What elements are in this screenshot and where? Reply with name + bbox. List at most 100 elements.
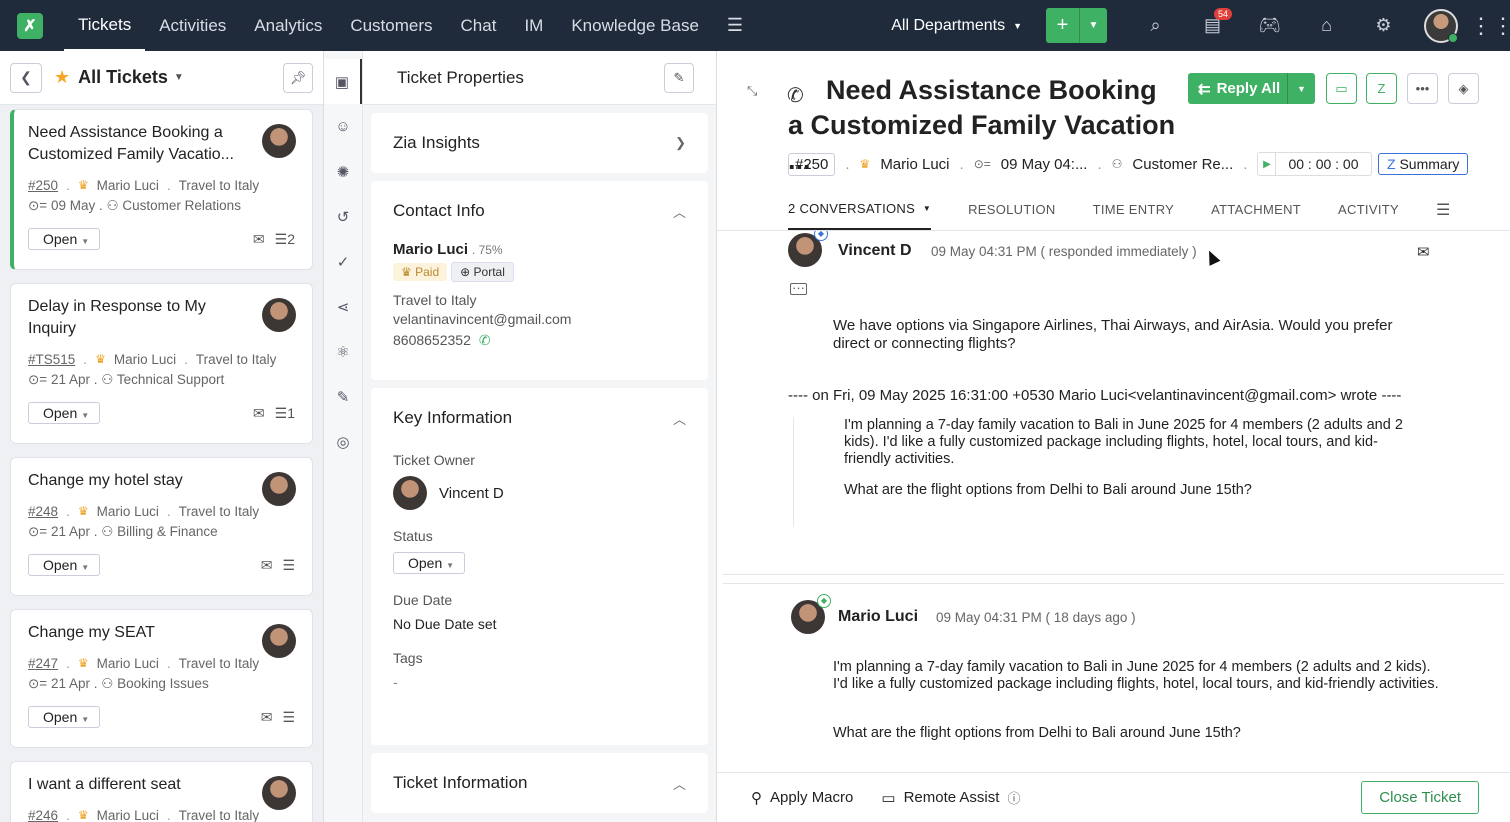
- chevron-down-icon[interactable]: ▼: [174, 72, 184, 83]
- ticket-title[interactable]: Change my SEAT: [28, 622, 253, 644]
- chevron-up-icon[interactable]: ︿: [673, 409, 686, 428]
- analytics-icon[interactable]: ◎: [324, 419, 362, 464]
- user-avatar[interactable]: [1424, 8, 1458, 43]
- remote-assist-button[interactable]: ▭ Remote Assist ⓘ: [881, 788, 1020, 807]
- ticket-account[interactable]: Travel to Italy: [196, 352, 277, 367]
- chevron-up-icon[interactable]: ︿: [673, 202, 686, 221]
- ticket-title[interactable]: Change my hotel stay: [28, 470, 253, 492]
- collapse-arrows-icon[interactable]: ⤡: [747, 83, 757, 99]
- ticket-contact[interactable]: Mario Luci: [880, 156, 949, 173]
- comment-icon[interactable]: ▭: [1326, 73, 1357, 104]
- more-tabs-icon[interactable]: ☰: [727, 15, 743, 36]
- tab-time-entry[interactable]: TIME ENTRY: [1093, 189, 1175, 230]
- ticket-id[interactable]: #247: [28, 656, 58, 671]
- app-grid-icon[interactable]: ⋮⋮⋮: [1470, 13, 1510, 39]
- contact-email[interactable]: velantinavincent@gmail.com: [393, 311, 686, 327]
- atom-icon[interactable]: ⚛: [324, 329, 362, 374]
- status-dropdown[interactable]: Open ▼: [28, 706, 101, 728]
- bot-icon[interactable]: ☺: [324, 104, 362, 149]
- sort-filter-icon[interactable]: ☰: [1436, 189, 1451, 230]
- ticket-contact[interactable]: Mario Luci: [97, 656, 159, 671]
- contact-account[interactable]: Travel to Italy: [393, 292, 686, 308]
- ticket-title[interactable]: Delay in Response to My Inquiry: [28, 296, 253, 340]
- tab-conversations[interactable]: 2 CONVERSATIONS ▼: [788, 189, 932, 230]
- ticket-id[interactable]: #250: [28, 178, 58, 193]
- time-tracker[interactable]: ▶ 00 : 00 : 00: [1257, 152, 1372, 176]
- edit-pencil-icon[interactable]: ✎: [664, 62, 694, 93]
- info-icon[interactable]: ⓘ: [1007, 788, 1020, 807]
- ticket-department[interactable]: Customer Re...: [1132, 156, 1233, 173]
- contact-name[interactable]: Mario Luci: [393, 241, 468, 258]
- reply-all-button[interactable]: ⇇ Reply All ▼: [1188, 73, 1315, 104]
- chevron-down-icon[interactable]: ▼: [1288, 73, 1315, 104]
- ticket-id[interactable]: #246: [28, 808, 58, 822]
- status-dropdown[interactable]: Open ▼: [28, 554, 101, 576]
- nav-tab-analytics[interactable]: Analytics: [240, 0, 336, 51]
- ticket-card[interactable]: Change my SEAT #247. ♛ Mario Luci. Travel t…: [10, 609, 313, 748]
- tab-resolution[interactable]: RESOLUTION: [968, 189, 1056, 230]
- expand-quoted-icon[interactable]: ···: [790, 281, 807, 295]
- whatsapp-icon[interactable]: ✆: [479, 332, 491, 348]
- thread-author[interactable]: Mario Luci: [838, 608, 918, 626]
- settings-gear-icon[interactable]: ⚙: [1355, 0, 1412, 51]
- nav-tab-customers[interactable]: Customers: [336, 0, 446, 51]
- chevron-right-icon[interactable]: ❯: [675, 135, 686, 151]
- chevron-down-icon[interactable]: ▼: [1080, 8, 1107, 43]
- status-dropdown[interactable]: Open ▼: [393, 552, 466, 574]
- ticket-card[interactable]: I want a different seat #246. ♛ Mario Luci…: [10, 761, 313, 822]
- tab-attachment[interactable]: ATTACHMENT: [1211, 189, 1301, 230]
- ticket-card[interactable]: Change my hotel stay #248. ♛ Mario Luci. Tr…: [10, 457, 313, 596]
- more-options-icon[interactable]: •••: [1407, 73, 1438, 104]
- add-new-button[interactable]: + ▼: [1046, 8, 1107, 43]
- ticket-account[interactable]: Travel to Italy: [179, 178, 260, 193]
- ticket-id[interactable]: #TS515: [28, 352, 75, 367]
- app-logo-icon[interactable]: ✗: [17, 12, 43, 39]
- owner-selector[interactable]: Vincent D: [393, 476, 686, 510]
- nav-tab-activities[interactable]: Activities: [145, 0, 240, 51]
- apply-macro-button[interactable]: ⚲ Apply Macro: [751, 789, 853, 807]
- pin-icon[interactable]: 📌︎: [283, 62, 313, 93]
- history-icon[interactable]: ↺: [324, 194, 362, 239]
- gamescope-icon[interactable]: 🎮︎: [1241, 0, 1298, 51]
- ticket-id[interactable]: #248: [28, 504, 58, 519]
- checkmark-icon[interactable]: ✓: [324, 239, 362, 284]
- close-ticket-button[interactable]: Close Ticket: [1361, 781, 1479, 814]
- view-title[interactable]: All Tickets: [78, 67, 168, 88]
- ticket-account[interactable]: Travel to Italy: [179, 504, 260, 519]
- department-selector[interactable]: All Departments ▼: [891, 17, 1022, 35]
- ticket-properties-icon[interactable]: ▣: [324, 59, 362, 104]
- play-icon[interactable]: ▶: [1258, 153, 1277, 175]
- status-dropdown[interactable]: Open ▼: [28, 402, 101, 424]
- ticket-contact[interactable]: Mario Luci: [114, 352, 176, 367]
- nav-tab-tickets[interactable]: Tickets: [64, 0, 146, 51]
- notifications-icon[interactable]: ▤ 54: [1184, 0, 1241, 51]
- ticket-contact[interactable]: Mario Luci: [97, 504, 159, 519]
- favorite-star-icon[interactable]: ★: [54, 67, 70, 88]
- tab-activity[interactable]: ACTIVITY: [1338, 189, 1399, 230]
- ticket-card[interactable]: Need Assistance Booking a Customized Fam…: [10, 109, 313, 270]
- back-arrow-icon[interactable]: ❮: [10, 62, 42, 93]
- ticket-contact[interactable]: Mario Luci: [97, 178, 159, 193]
- search-icon[interactable]: ⌕: [1127, 0, 1184, 51]
- contact-phone[interactable]: 8608652352: [393, 332, 471, 348]
- thread-author[interactable]: Vincent D: [838, 242, 912, 260]
- nav-tab-chat[interactable]: Chat: [447, 0, 511, 51]
- tags-value[interactable]: -: [393, 674, 686, 690]
- nav-tab-knowledge-base[interactable]: Knowledge Base: [557, 0, 713, 51]
- zia-insights-card[interactable]: Zia Insights ❯: [371, 113, 708, 173]
- summary-button[interactable]: Z Summary: [1378, 153, 1469, 175]
- layers-icon[interactable]: ◈: [1448, 73, 1479, 104]
- ticket-card[interactable]: Delay in Response to My Inquiry #TS515. ♛…: [10, 283, 313, 444]
- zia-icon[interactable]: Z: [1366, 73, 1397, 104]
- marketplace-icon[interactable]: ⌂: [1298, 0, 1355, 51]
- ticket-contact[interactable]: Mario Luci: [97, 808, 159, 822]
- ticket-title[interactable]: Need Assistance Booking a Customized Fam…: [28, 122, 253, 166]
- email-channel-icon[interactable]: ✉: [1417, 243, 1430, 261]
- chevron-up-icon[interactable]: ︿: [673, 774, 686, 793]
- ticket-account[interactable]: Travel to Italy: [179, 808, 260, 822]
- due-date-value[interactable]: No Due Date set: [393, 616, 686, 632]
- nav-tab-im[interactable]: IM: [510, 0, 557, 51]
- bulb-icon[interactable]: ✺: [324, 149, 362, 194]
- pin-tool-icon[interactable]: ✎: [324, 374, 362, 419]
- status-dropdown[interactable]: Open ▼: [28, 228, 101, 250]
